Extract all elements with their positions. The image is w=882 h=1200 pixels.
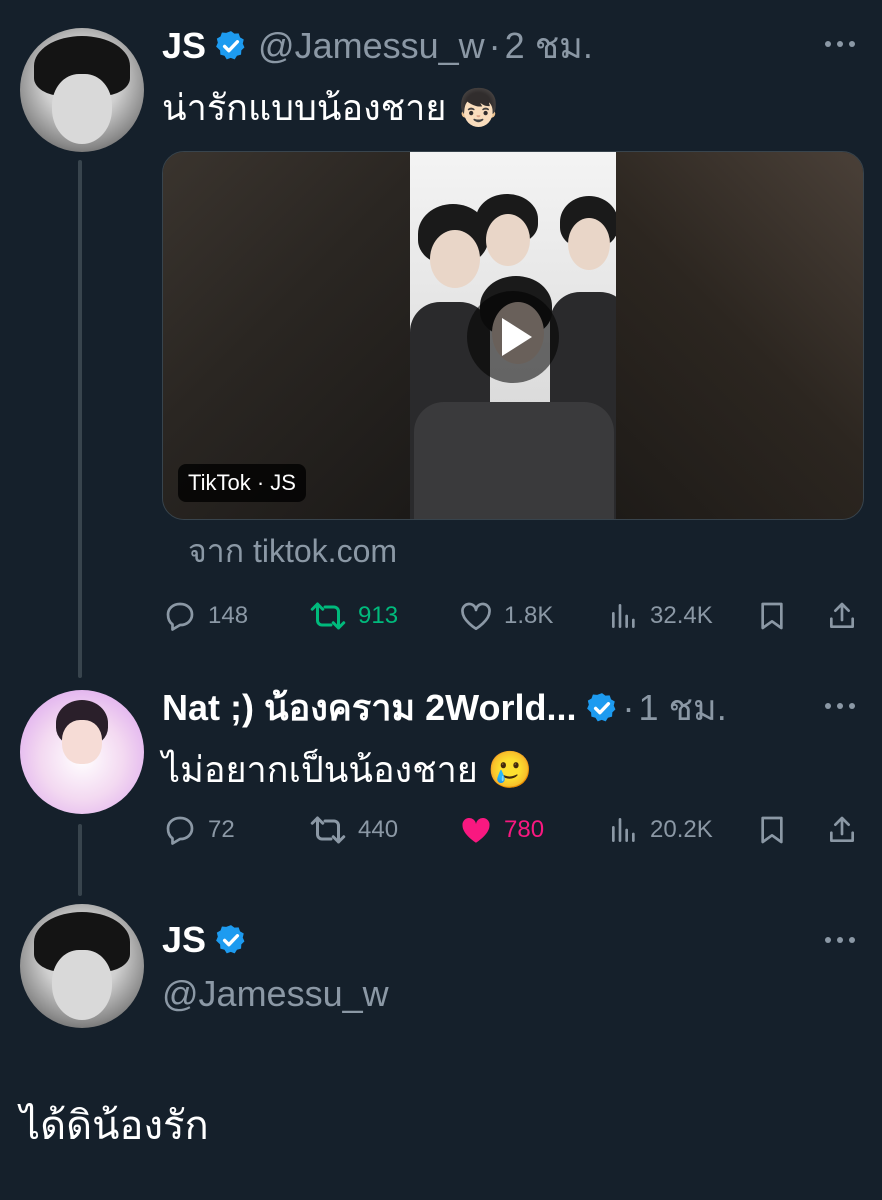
thread-line-2: [78, 824, 82, 896]
handle-line: @Jamessu_w: [162, 972, 389, 1016]
views-icon: [612, 818, 635, 842]
display-name[interactable]: JS: [162, 24, 206, 68]
reply-button[interactable]: 148: [162, 594, 248, 638]
tweet-header: JS: [162, 918, 248, 962]
handle[interactable]: @Jamessu_w: [162, 972, 389, 1016]
tweet-header: JS @Jamessu_w · 2 ชม.: [162, 24, 593, 68]
timestamp[interactable]: 1 ชม.: [639, 686, 727, 730]
link-source[interactable]: จาก tiktok.com: [188, 531, 397, 571]
views-button[interactable]: 32.4K: [608, 594, 713, 638]
bookmark-icon: [761, 816, 783, 844]
tweet-text: ได้ดิน้องรัก: [20, 1104, 209, 1148]
share-icon: [830, 816, 854, 842]
share-button[interactable]: [826, 808, 858, 852]
retweet-button[interactable]: 440: [308, 808, 398, 852]
display-name[interactable]: Nat ;) น้องคราม 2World...: [162, 686, 577, 730]
like-button[interactable]: 1.8K: [458, 594, 553, 638]
like-icon: [462, 817, 490, 843]
more-icon[interactable]: [822, 928, 858, 952]
emoji: 👦🏻: [456, 87, 502, 128]
more-icon[interactable]: [822, 32, 858, 56]
avatar[interactable]: [20, 28, 144, 152]
tweet-actions: 72 440 780 20.2K: [162, 808, 862, 852]
avatar[interactable]: [20, 904, 144, 1028]
verified-badge-icon: [214, 923, 248, 957]
avatar[interactable]: [20, 690, 144, 814]
verified-badge-icon: [585, 691, 619, 725]
reply-icon: [166, 816, 194, 845]
bookmark-icon: [761, 602, 783, 630]
retweet-icon: [310, 816, 346, 844]
more-icon[interactable]: [822, 694, 858, 718]
play-icon[interactable]: [467, 291, 559, 383]
emoji: 🥲: [487, 749, 533, 790]
retweet-button[interactable]: 913: [308, 594, 398, 638]
tweet-actions: 148 913 1.8K 32.4K: [162, 594, 862, 638]
like-button[interactable]: 780: [458, 808, 544, 852]
share-icon: [830, 602, 854, 628]
reply-button[interactable]: 72: [162, 808, 235, 852]
media-label: TikTok · JS: [178, 464, 306, 502]
views-button[interactable]: 20.2K: [608, 808, 713, 852]
timestamp[interactable]: 2 ชม.: [505, 24, 593, 68]
share-button[interactable]: [826, 594, 858, 638]
views-icon: [612, 604, 635, 628]
reply-icon: [166, 602, 194, 631]
display-name[interactable]: JS: [162, 918, 206, 962]
bookmark-button[interactable]: [756, 808, 788, 852]
tweet-header: Nat ;) น้องคราม 2World... · 1 ชม.: [162, 686, 727, 730]
thread-line-1: [78, 160, 82, 678]
verified-badge-icon: [214, 29, 248, 63]
retweet-icon: [310, 602, 346, 630]
tweet-text: ไม่อยากเป็นน้องชาย 🥲: [162, 749, 533, 790]
tweet-text: น่ารักแบบน้องชาย 👦🏻: [162, 87, 502, 128]
bookmark-button[interactable]: [756, 594, 788, 638]
like-icon: [461, 602, 491, 631]
handle[interactable]: @Jamessu_w: [258, 24, 485, 68]
